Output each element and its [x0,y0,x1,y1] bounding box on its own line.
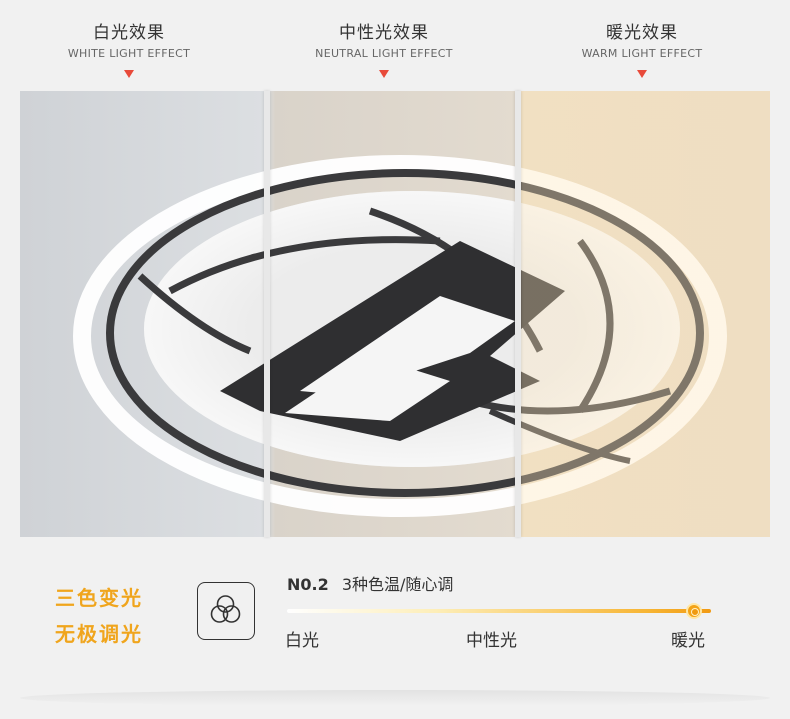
header-en: WHITE LIGHT EFFECT [67,47,191,60]
bottom-shadow [20,690,770,706]
scale-label-neutral: 中性光 [466,631,517,651]
header-cn: 暖光效果 [606,23,678,43]
scale-label-warm: 暖光 [671,631,705,651]
three-circles-icon [197,582,255,640]
header-cn: 中性光效果 [339,23,429,43]
header-neutral-light: 中性光效果 NEUTRAL LIGHT EFFECT [269,18,499,78]
header-en: WARM LIGHT EFFECT [581,47,703,60]
color-temperature-slider-track[interactable] [287,609,711,613]
header-white-light: 白光效果 WHITE LIGHT EFFECT [14,18,244,78]
spec-line: N0.2 3种色温/随心调 [287,571,453,595]
scale-label-white: 白光 [285,631,319,651]
marker-triangle-icon [379,70,389,78]
feature-line: 三色变光 [55,586,143,610]
product-photo [20,91,770,537]
marker-triangle-icon [124,70,134,78]
spec-number: N0.2 [287,575,329,594]
panel-divider [264,91,270,537]
header-en: NEUTRAL LIGHT EFFECT [315,47,453,60]
feature-line: 无极调光 [55,622,143,646]
feature-labels: 三色变光 无极调光 [55,580,143,652]
marker-triangle-icon [637,70,647,78]
ceiling-lamp-image [20,91,770,537]
panel-divider [515,91,521,537]
header-warm-light: 暖光效果 WARM LIGHT EFFECT [527,18,757,78]
color-temperature-icon [210,595,241,623]
spec-text: 3种色温/随心调 [341,575,454,594]
header-cn: 白光效果 [93,23,165,43]
slider-knob[interactable] [686,603,703,619]
